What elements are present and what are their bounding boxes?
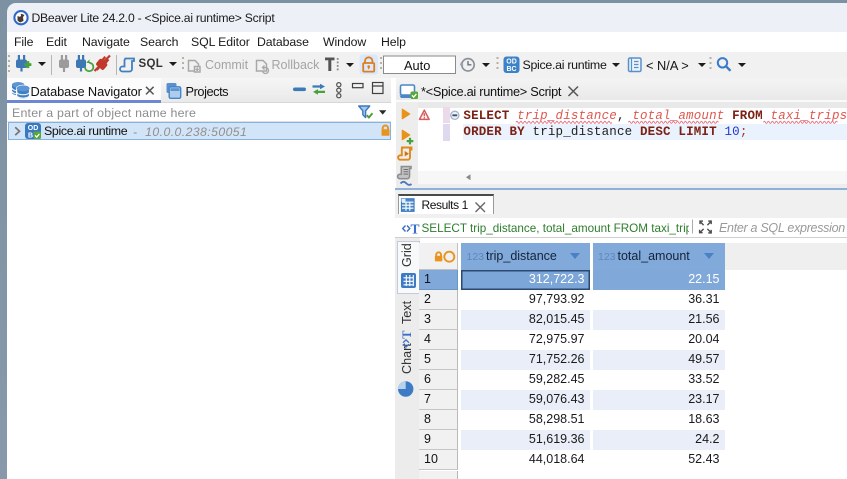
svg-text:T: T bbox=[400, 330, 414, 339]
svg-text:T: T bbox=[410, 222, 419, 237]
